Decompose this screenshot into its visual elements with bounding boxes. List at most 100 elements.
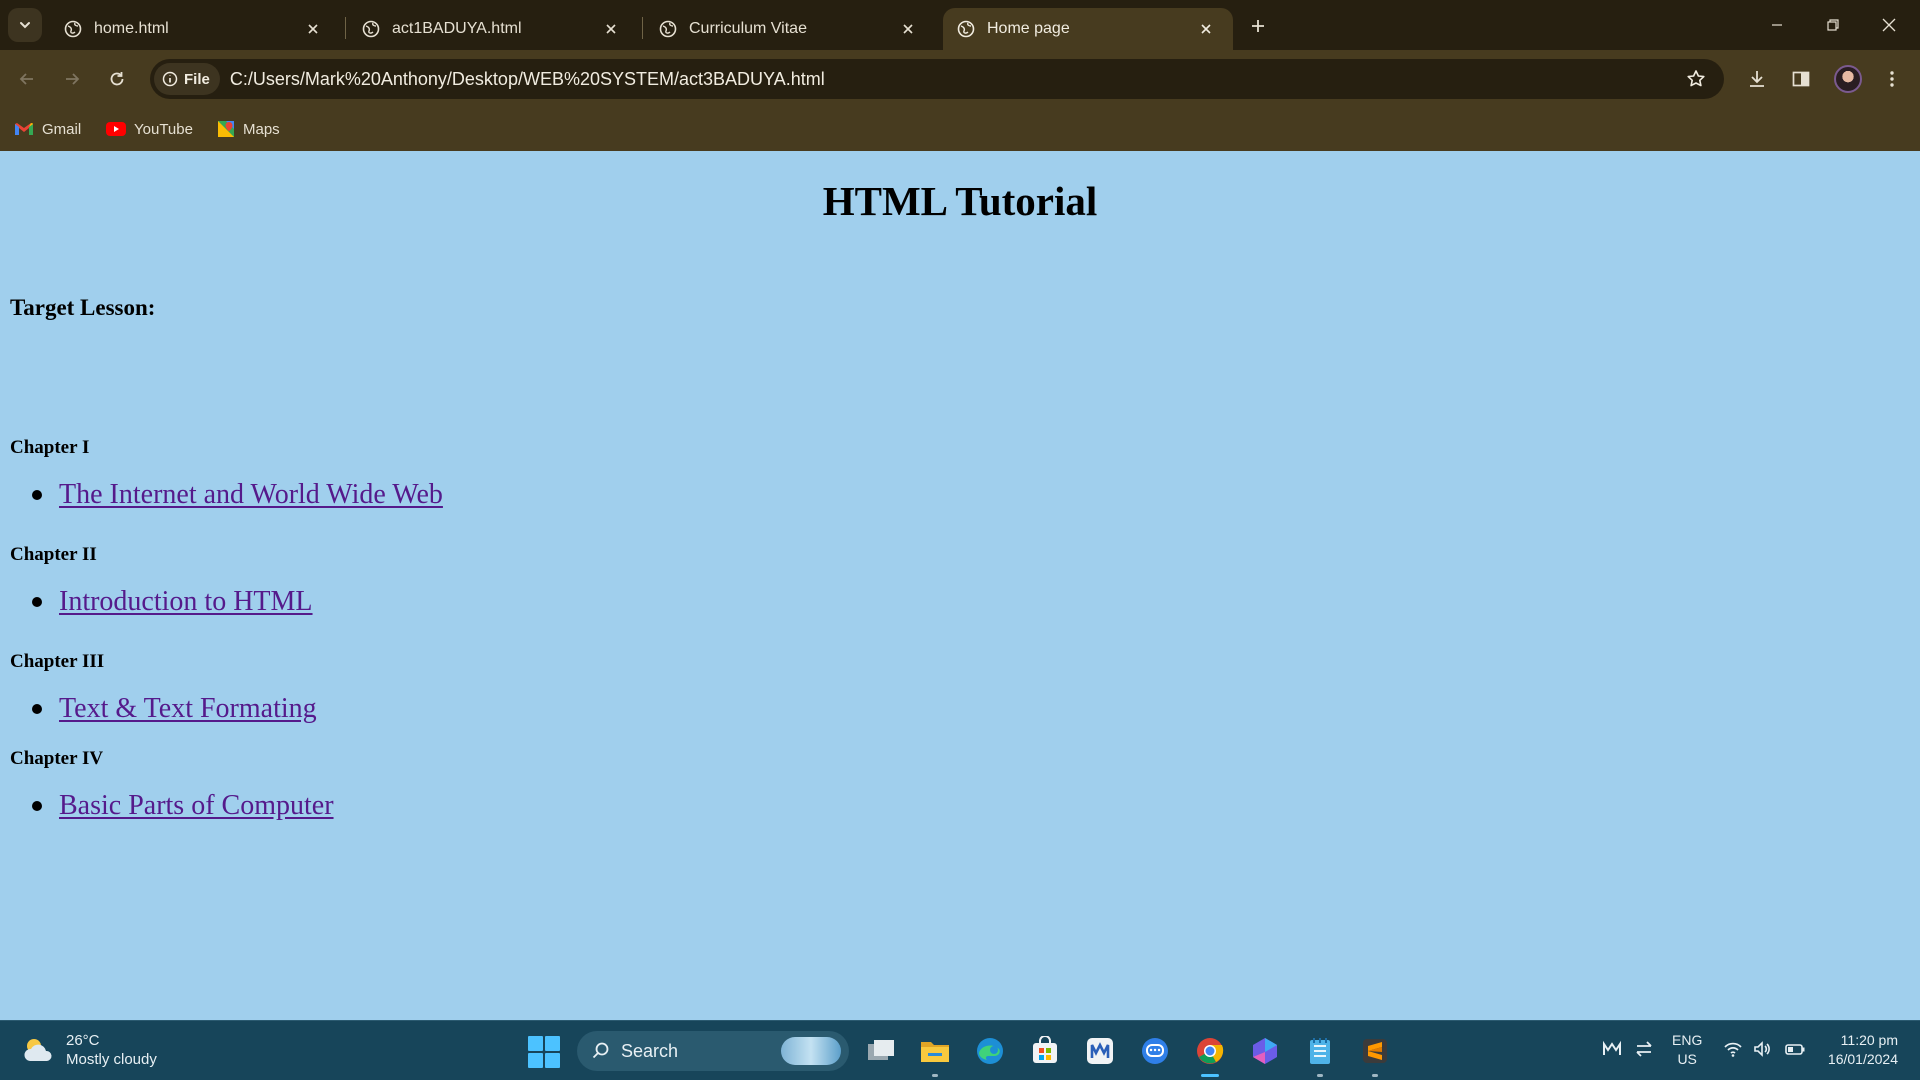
weather-temperature: 26°C — [66, 1032, 100, 1049]
menu-button[interactable] — [1875, 62, 1909, 96]
globe-icon — [659, 20, 677, 38]
running-indicator — [1317, 1074, 1323, 1077]
list-item: The Internet and World Wide Web — [32, 479, 443, 511]
input-language[interactable]: ENG US — [1672, 1031, 1702, 1069]
tab-title: home.html — [94, 20, 169, 37]
address-bar[interactable]: File C:/Users/Mark%20Anthony/Desktop/WEB… — [150, 59, 1724, 99]
lesson-link-internet[interactable]: The Internet and World Wide Web — [59, 479, 443, 511]
messaging-button[interactable] — [1138, 1034, 1172, 1068]
notepad-icon — [1310, 1038, 1330, 1064]
tab-close-icon[interactable] — [895, 16, 921, 42]
notepad-button[interactable] — [1303, 1034, 1337, 1077]
windows-logo-part — [545, 1036, 560, 1051]
chevron-down-icon — [20, 22, 30, 29]
tab-strip: home.html act1BADUYA.html Curriculum Vit… — [0, 0, 1920, 50]
back-button[interactable] — [10, 62, 44, 96]
chrome-button[interactable] — [1193, 1034, 1227, 1077]
weather-widget[interactable]: 26°C Mostly cloudy — [22, 1031, 157, 1069]
bullet — [32, 704, 42, 714]
tab-title: Home page — [987, 20, 1070, 37]
reload-icon — [110, 72, 124, 86]
app-m-button[interactable] — [1083, 1034, 1117, 1068]
new-tab-button[interactable] — [1243, 11, 1273, 41]
volume-status[interactable] — [1752, 1039, 1772, 1064]
url-text[interactable]: C:/Users/Mark%20Anthony/Desktop/WEB%20SY… — [230, 69, 825, 90]
sublime-text-button[interactable] — [1358, 1034, 1392, 1077]
windows-logo-part — [545, 1053, 560, 1068]
sublime-text-icon — [1363, 1039, 1387, 1063]
wifi-status[interactable] — [1723, 1039, 1743, 1064]
minimize-button[interactable] — [1749, 0, 1805, 50]
site-info-label: File — [184, 70, 210, 88]
restore-button[interactable] — [1805, 0, 1861, 50]
file-explorer-button[interactable] — [918, 1034, 952, 1077]
taskbar: 26°C Mostly cloudy Search ENG US 11:20 p… — [0, 1020, 1920, 1080]
bullet — [32, 490, 42, 500]
wifi-icon — [1724, 1042, 1742, 1057]
downloads-button[interactable] — [1740, 62, 1774, 96]
start-button[interactable] — [528, 1036, 560, 1068]
maps-icon — [218, 121, 234, 137]
lesson-link-computer-parts[interactable]: Basic Parts of Computer — [59, 790, 334, 822]
tab-home-page[interactable]: Home page — [943, 8, 1233, 50]
microsoft-store-button[interactable] — [1028, 1034, 1062, 1068]
browser-toolbar: File C:/Users/Mark%20Anthony/Desktop/WEB… — [0, 50, 1920, 108]
lesson-link-text-formatting[interactable]: Text & Text Formating — [59, 693, 317, 725]
battery-icon — [1785, 1044, 1805, 1055]
running-indicator — [932, 1074, 938, 1077]
plus-icon — [1252, 20, 1264, 32]
battery-status[interactable] — [1784, 1039, 1806, 1064]
clock-date: 16/01/2024 — [1827, 1051, 1898, 1067]
tray-network-toggle[interactable] — [1634, 1039, 1654, 1064]
arrow-right-icon — [66, 73, 80, 85]
arrow-left-icon — [19, 73, 33, 85]
task-view-button[interactable] — [864, 1034, 898, 1068]
transfer-icon — [1636, 1041, 1652, 1057]
tab-search-button[interactable] — [8, 8, 42, 42]
bookmark-label: Gmail — [42, 120, 82, 138]
running-indicator — [1372, 1074, 1378, 1077]
copilot-button[interactable] — [1248, 1034, 1282, 1068]
bookmark-youtube[interactable]: YouTube — [106, 118, 193, 140]
edge-button[interactable] — [973, 1034, 1007, 1068]
gmail-icon — [15, 123, 33, 135]
cloudy-weather-icon — [24, 1039, 52, 1061]
tab-title: Curriculum Vitae — [689, 20, 807, 37]
chapter-4-heading: Chapter IV — [10, 748, 104, 769]
youtube-icon — [106, 122, 126, 136]
clock-time: 11:20 pm — [1840, 1032, 1898, 1048]
tab-home-html[interactable]: home.html — [50, 8, 340, 50]
tab-act1baduya[interactable]: act1BADUYA.html — [348, 8, 638, 50]
taskbar-search[interactable]: Search — [577, 1031, 849, 1071]
profile-avatar[interactable] — [1834, 65, 1862, 93]
bookmark-star-button[interactable] — [1682, 65, 1710, 93]
system-clock[interactable]: 11:20 pm 16/01/2024 — [1828, 1031, 1898, 1069]
language-code: ENG — [1672, 1032, 1703, 1048]
bookmark-gmail[interactable]: Gmail — [14, 118, 81, 140]
copilot-icon — [1253, 1038, 1277, 1064]
tab-close-icon[interactable] — [598, 16, 624, 42]
chrome-icon — [1197, 1038, 1224, 1064]
tray-m-app[interactable] — [1602, 1039, 1622, 1064]
chapter-3-heading: Chapter III — [10, 651, 105, 672]
page-content: HTML Tutorial Target Lesson: Chapter I T… — [0, 151, 1920, 1020]
close-icon — [1882, 18, 1896, 32]
tab-separator — [642, 17, 643, 39]
bookmarks-bar: Gmail YouTube Maps — [0, 108, 1920, 151]
page-title: HTML Tutorial — [822, 178, 1098, 224]
lesson-link-html-intro[interactable]: Introduction to HTML — [59, 586, 313, 618]
forward-button[interactable] — [55, 62, 89, 96]
side-panel-button[interactable] — [1784, 62, 1818, 96]
tab-curriculum-vitae[interactable]: Curriculum Vitae — [645, 8, 935, 50]
restore-icon — [1827, 19, 1839, 31]
task-view-icon — [868, 1040, 894, 1060]
tab-close-icon[interactable] — [1193, 16, 1219, 42]
globe-icon — [957, 20, 975, 38]
close-window-button[interactable] — [1861, 0, 1917, 50]
site-info-chip[interactable]: File — [154, 63, 220, 95]
side-panel-icon — [1792, 71, 1810, 87]
m-app-tray-icon — [1603, 1040, 1621, 1055]
tab-close-icon[interactable] — [300, 16, 326, 42]
reload-button[interactable] — [100, 62, 134, 96]
bookmark-maps[interactable]: Maps — [217, 118, 280, 140]
